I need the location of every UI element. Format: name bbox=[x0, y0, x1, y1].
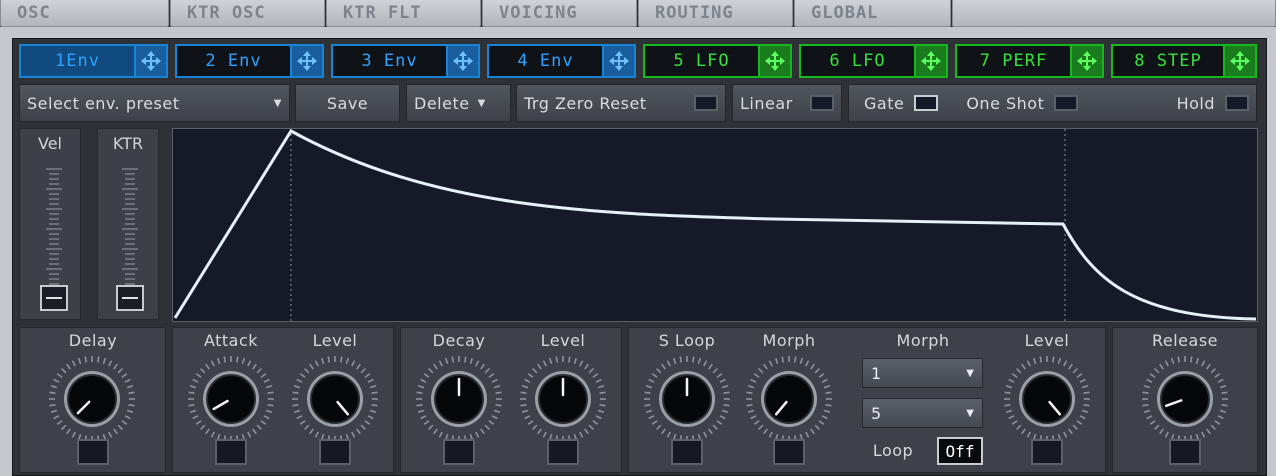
preset-select-label: Select env. preset bbox=[27, 93, 180, 113]
delay-label: Delay bbox=[68, 331, 118, 350]
morph-select-1[interactable]: 1 ▼ bbox=[862, 358, 983, 388]
tab-routing[interactable]: ROUTING bbox=[638, 0, 793, 27]
attack-label: Attack bbox=[203, 331, 259, 350]
trg-zero-reset-toggle[interactable]: Trg Zero Reset bbox=[516, 84, 726, 122]
decay-knob[interactable] bbox=[414, 354, 504, 444]
decay-mod-slot[interactable] bbox=[443, 439, 475, 465]
linear-label: Linear bbox=[740, 93, 793, 113]
decay-level-mod-slot[interactable] bbox=[547, 439, 579, 465]
gate-checkbox[interactable] bbox=[914, 95, 939, 111]
envelope-graph[interactable] bbox=[172, 128, 1258, 322]
gate-label: Gate bbox=[864, 93, 905, 113]
mod-button-label: 1Env bbox=[21, 46, 134, 76]
decay-level-knob[interactable] bbox=[518, 354, 608, 444]
loop-off-button[interactable]: Off bbox=[937, 437, 983, 465]
sustain-level-knob[interactable] bbox=[1002, 354, 1092, 444]
one-shot-checkbox[interactable] bbox=[1054, 95, 1079, 111]
s-loop-label: S Loop bbox=[658, 331, 716, 350]
mod-button-5lfo[interactable]: 5 LFO bbox=[643, 44, 792, 78]
drag-move-icon[interactable] bbox=[290, 46, 322, 76]
preset-select[interactable]: Select env. preset ▼ bbox=[19, 84, 290, 122]
morph-select-2-value: 5 bbox=[871, 403, 882, 423]
mod-button-7perf[interactable]: 7 PERF bbox=[955, 44, 1104, 78]
morph-mod-slot[interactable] bbox=[773, 439, 805, 465]
tab-empty bbox=[952, 0, 1276, 27]
delay-mod-slot[interactable] bbox=[77, 439, 109, 465]
sustain-level-label: Level bbox=[1024, 331, 1070, 350]
gate-oneshot-hold-bar: Gate One Shot Hold bbox=[848, 84, 1257, 122]
chevron-down-icon: ▼ bbox=[477, 97, 486, 109]
mod-button-label: 3 Env bbox=[361, 51, 418, 71]
mod-button-8step[interactable]: 8 STEP bbox=[1111, 44, 1257, 78]
mod-button-4env[interactable]: 4 Env bbox=[487, 44, 636, 78]
chevron-down-icon: ▼ bbox=[273, 97, 282, 109]
morph-select-2[interactable]: 5 ▼ bbox=[862, 398, 983, 428]
delete-button-label: Delete bbox=[414, 93, 470, 113]
morph-select-1-value: 1 bbox=[871, 363, 882, 383]
delete-button[interactable]: Delete ▼ bbox=[406, 84, 511, 122]
tab-bar: OSC KTR OSC KTR FLT VOICING ROUTING GLOB… bbox=[0, 0, 1276, 28]
attack-level-mod-slot[interactable] bbox=[319, 439, 351, 465]
one-shot-label: One Shot bbox=[966, 93, 1045, 113]
s-loop-knob[interactable] bbox=[642, 354, 732, 444]
decay-level-label: Level bbox=[540, 331, 586, 350]
mod-button-label: 8 STEP bbox=[1134, 51, 1202, 71]
mod-button-label: 4 Env bbox=[517, 51, 574, 71]
vel-slider[interactable] bbox=[20, 129, 82, 321]
envelope-curve bbox=[173, 129, 1257, 321]
save-button-label: Save bbox=[326, 93, 369, 113]
trg-zero-reset-checkbox[interactable] bbox=[694, 95, 718, 111]
attack-level-knob[interactable] bbox=[290, 354, 380, 444]
morph-knob[interactable] bbox=[744, 354, 834, 444]
mod-button-label: 7 PERF bbox=[979, 51, 1048, 71]
envelope-curve-svg bbox=[173, 129, 1257, 321]
chevron-down-icon: ▼ bbox=[966, 367, 974, 379]
ktr-slider[interactable] bbox=[98, 129, 160, 321]
trg-zero-reset-label: Trg Zero Reset bbox=[524, 93, 647, 113]
release-knob[interactable] bbox=[1140, 354, 1230, 444]
decay-label: Decay bbox=[432, 331, 486, 350]
drag-move-icon[interactable] bbox=[602, 46, 634, 76]
mod-button-label: 2 Env bbox=[205, 51, 262, 71]
release-label: Release bbox=[1151, 331, 1218, 350]
tab-voicing[interactable]: VOICING bbox=[482, 0, 637, 27]
linear-toggle[interactable]: Linear bbox=[732, 84, 842, 122]
mod-button-label: 5 LFO bbox=[673, 51, 730, 71]
morph-knob-label: Morph bbox=[762, 331, 816, 350]
drag-move-icon[interactable] bbox=[914, 46, 946, 76]
loop-label: Loop bbox=[872, 441, 914, 460]
drag-move-icon[interactable] bbox=[758, 46, 790, 76]
hold-label: Hold bbox=[1176, 93, 1215, 113]
mod-button-label: 6 LFO bbox=[829, 51, 886, 71]
hold-checkbox[interactable] bbox=[1225, 95, 1249, 111]
linear-checkbox[interactable] bbox=[810, 95, 834, 111]
tab-ktr-flt[interactable]: KTR FLT bbox=[326, 0, 481, 27]
save-button[interactable]: Save bbox=[295, 84, 400, 122]
tab-global[interactable]: GLOBAL bbox=[794, 0, 951, 27]
release-mod-slot[interactable] bbox=[1169, 439, 1201, 465]
morph-title: Morph bbox=[896, 331, 950, 350]
sustain-level-mod-slot[interactable] bbox=[1031, 439, 1063, 465]
drag-move-icon[interactable] bbox=[446, 46, 478, 76]
delay-knob[interactable] bbox=[47, 354, 137, 444]
attack-mod-slot[interactable] bbox=[215, 439, 247, 465]
mod-button-6lfo[interactable]: 6 LFO bbox=[799, 44, 948, 78]
tab-osc[interactable]: OSC bbox=[0, 0, 169, 27]
drag-move-icon[interactable] bbox=[134, 46, 166, 76]
chevron-down-icon: ▼ bbox=[966, 407, 974, 419]
drag-move-icon[interactable] bbox=[1070, 46, 1102, 76]
attack-knob[interactable] bbox=[186, 354, 276, 444]
tab-ktr-osc[interactable]: KTR OSC bbox=[170, 0, 325, 27]
attack-level-label: Level bbox=[312, 331, 358, 350]
mod-button-2env[interactable]: 2 Env bbox=[175, 44, 324, 78]
vel-slider-panel: Vel bbox=[19, 128, 81, 320]
s-loop-mod-slot[interactable] bbox=[671, 439, 703, 465]
drag-move-icon[interactable] bbox=[1223, 46, 1255, 76]
ktr-slider-panel: KTR bbox=[97, 128, 159, 320]
mod-button-1env[interactable]: 1Env bbox=[19, 44, 168, 78]
mod-button-3env[interactable]: 3 Env bbox=[331, 44, 480, 78]
